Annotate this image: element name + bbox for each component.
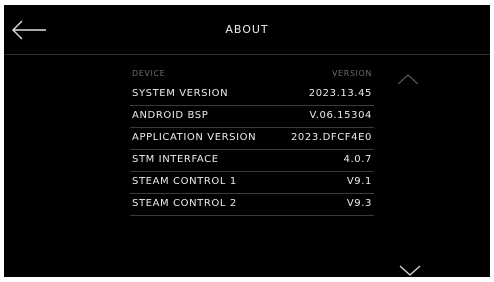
header-bar: ABOUT: [4, 5, 490, 55]
table-row: STM INTERFACE 4.0.7: [130, 150, 374, 172]
table-row: SYSTEM VERSION 2023.13.45: [130, 84, 374, 106]
page-title: ABOUT: [225, 23, 269, 36]
chevron-down-icon: [399, 265, 421, 276]
row-value: V.06.15304: [309, 110, 372, 121]
table-row: ANDROID BSP V.06.15304: [130, 106, 374, 128]
row-value: 2023.13.45: [308, 88, 372, 99]
about-screen: ABOUT DEVICE VERSION SYSTEM VERSION 2023…: [4, 5, 490, 277]
row-label: APPLICATION VERSION: [132, 132, 257, 143]
table-row: STEAM CONTROL 2 V9.3: [130, 194, 374, 216]
scroll-up-button[interactable]: [396, 71, 420, 87]
row-value: V9.1: [346, 176, 372, 187]
row-label: SYSTEM VERSION: [132, 88, 229, 99]
row-label: STM INTERFACE: [132, 154, 219, 165]
scroll-down-button[interactable]: [398, 262, 422, 276]
row-label: ANDROID BSP: [132, 110, 209, 121]
column-header-version: VERSION: [331, 69, 372, 78]
table-row: APPLICATION VERSION 2023.DFCF4E0: [130, 128, 374, 150]
row-value: 2023.DFCF4E0: [290, 132, 372, 143]
row-value: V9.3: [346, 198, 372, 209]
chevron-up-icon: [397, 74, 419, 85]
row-label: STEAM CONTROL 2: [132, 198, 237, 209]
row-value: 4.0.7: [343, 154, 372, 165]
table-row: STEAM CONTROL 1 V9.1: [130, 172, 374, 194]
version-table: DEVICE VERSION SYSTEM VERSION 2023.13.45…: [130, 65, 374, 216]
table-header: DEVICE VERSION: [130, 65, 374, 84]
column-header-device: DEVICE: [132, 69, 166, 78]
row-label: STEAM CONTROL 1: [132, 176, 237, 187]
